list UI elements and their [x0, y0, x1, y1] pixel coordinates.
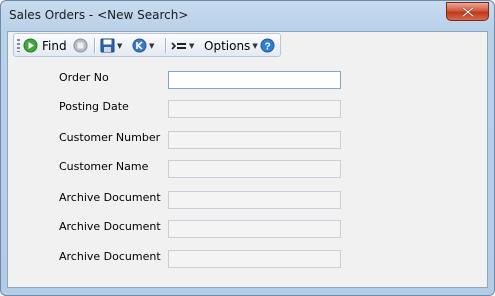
find-button[interactable]: Find	[23, 36, 67, 55]
customer-name-label: Customer Name	[59, 160, 149, 173]
options-menu[interactable]: Options ▼	[204, 36, 258, 55]
search-form-panel: Find ▼ ▼ ▼ Options ▼ ? Order No Posting …	[7, 31, 488, 288]
order-no-label: Order No	[59, 71, 109, 84]
sales-orders-window: Sales Orders - <New Search> Find ▼ ▼ ▼ O…	[0, 0, 495, 296]
archive-document-field-3[interactable]	[168, 250, 341, 268]
posting-date-field[interactable]	[168, 100, 341, 118]
close-icon	[462, 7, 474, 17]
customer-number-field[interactable]	[168, 131, 341, 149]
toolbar: Find ▼ ▼ ▼ Options ▼ ?	[13, 33, 281, 57]
play-green-icon	[23, 38, 38, 53]
toolbar-separator	[165, 38, 167, 53]
chevron-down-icon: ▼	[252, 41, 258, 50]
circle-k-button[interactable]: ▼	[132, 36, 154, 55]
archive-document-label-2: Archive Document	[59, 220, 161, 233]
stop-button[interactable]	[73, 36, 88, 55]
help-button[interactable]: ?	[260, 36, 275, 55]
chevron-down-icon: ▼	[117, 41, 123, 50]
svg-text:?: ?	[264, 42, 270, 53]
indent-list-icon	[171, 41, 186, 50]
toolbar-separator	[94, 38, 96, 53]
title-bar[interactable]: Sales Orders - <New Search>	[1, 1, 494, 29]
toolbar-grip[interactable]	[17, 39, 20, 52]
archive-document-field-2[interactable]	[168, 220, 341, 238]
customer-number-label: Customer Number	[59, 131, 161, 144]
save-disk-icon	[100, 38, 115, 53]
indent-list-button[interactable]: ▼	[171, 36, 194, 55]
find-label: Find	[42, 38, 67, 53]
chevron-down-icon: ▼	[189, 41, 195, 50]
window-title: Sales Orders - <New Search>	[9, 8, 189, 22]
customer-name-field[interactable]	[168, 160, 341, 178]
order-no-field[interactable]	[168, 71, 341, 89]
save-button[interactable]: ▼	[100, 36, 122, 55]
archive-document-label-1: Archive Document	[59, 191, 161, 204]
archive-document-field-1[interactable]	[168, 191, 341, 209]
options-label: Options	[204, 38, 251, 53]
stop-gray-icon	[73, 38, 88, 53]
posting-date-label: Posting Date	[59, 100, 129, 113]
help-icon: ?	[260, 38, 275, 53]
archive-document-label-3: Archive Document	[59, 250, 161, 263]
circle-k-icon	[132, 38, 147, 53]
chevron-down-icon: ▼	[149, 41, 155, 50]
close-button[interactable]	[446, 2, 489, 21]
